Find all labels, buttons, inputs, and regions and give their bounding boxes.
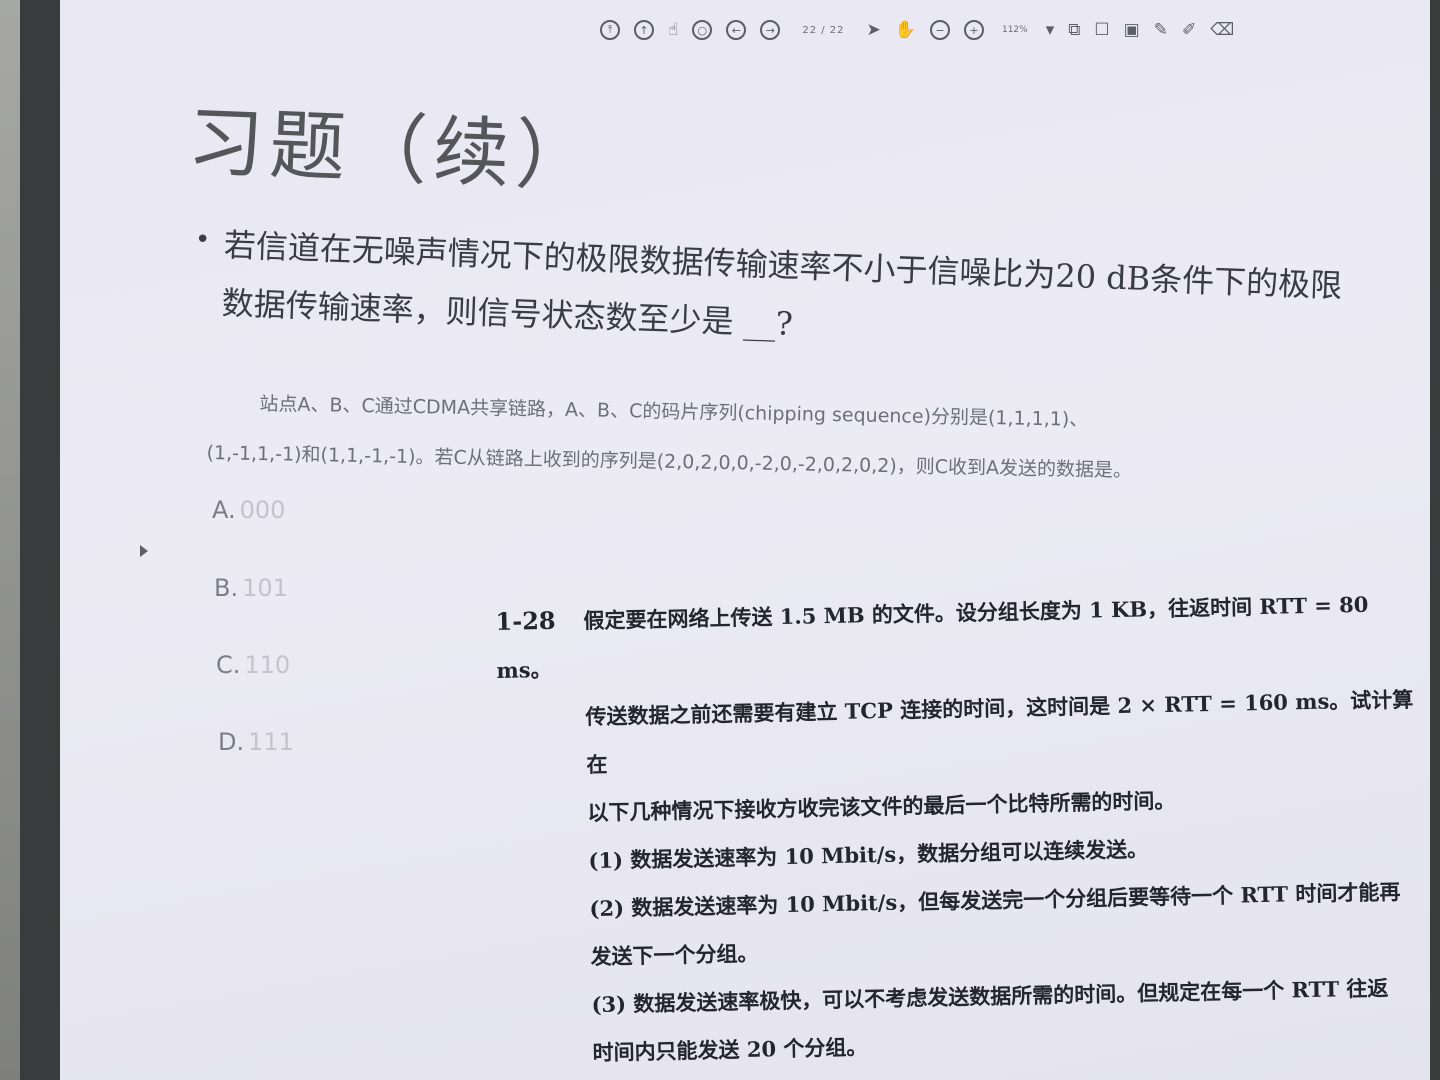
problem-line-text: 假定要在网络上传送 1.5 MB 的文件。设分组长度为 1 KB，往返时间 RT… [496, 591, 1369, 683]
option-value: 101 [242, 574, 288, 602]
problem-number: 1-28 [495, 605, 556, 636]
option-value: 000 [239, 496, 286, 524]
problem-line: 1-28 假定要在网络上传送 1.5 MB 的文件。设分组长度为 1 KB，往返时… [495, 579, 1417, 695]
option-label: A. [212, 496, 236, 524]
slide-title: 习题（续） [185, 96, 600, 202]
option-value: 111 [248, 728, 294, 756]
problem-1-28: 1-28 假定要在网络上传送 1.5 MB 的文件。设分组长度为 1 KB，往返时… [495, 579, 1425, 1079]
option-d: D. 111 [218, 728, 294, 756]
option-value: 110 [244, 651, 291, 679]
option-label: C. [216, 651, 241, 679]
cdma-question: 站点A、B、C通过CDMA共享链路，A、B、C的码片序列(chipping se… [206, 378, 1228, 498]
option-label: B. [214, 574, 239, 602]
projected-screen: ⤒ ↑ ☝ ○ ← → 22 / 22 ➤ ✋ − + 112% ▾ ⧉ ☐ ▣… [60, 0, 1430, 1080]
option-c: C. 110 [216, 651, 290, 679]
bullet-dot-icon: • [195, 225, 211, 255]
option-label: D. [218, 728, 245, 756]
slide-content: 习题（续） • 若信道在无噪声情况下的极限数据传输速率不小于信噪比为20 dB条… [60, 0, 1430, 1080]
option-a: A. 000 [212, 496, 285, 524]
question-text: 若信道在无噪声情况下的极限数据传输速率不小于信噪比为20 dB条件下的极限数据传… [221, 225, 1343, 343]
option-b: B. 101 [214, 574, 288, 602]
side-panel-arrow-icon[interactable] [140, 545, 148, 557]
